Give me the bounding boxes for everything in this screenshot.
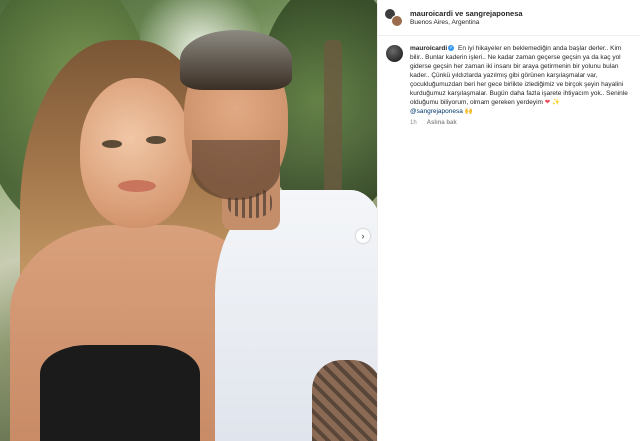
woman-eye-left (102, 140, 122, 148)
verified-badge-icon: ✓ (448, 44, 455, 51)
caption-meta: 1h Aslına bak (410, 120, 628, 126)
woman-lips (118, 180, 156, 192)
man-hair (180, 30, 292, 90)
man-tattooed-arm (312, 360, 377, 441)
post-location[interactable]: Buenos Aires, Argentina (410, 19, 523, 27)
next-arrow-glyph: › (361, 230, 365, 241)
man-beard (192, 140, 280, 200)
post-info-panel: mauroicardi ve sangrejaponesa Buenos Air… (377, 0, 640, 441)
caption-time[interactable]: 1h (410, 120, 417, 126)
caption-text: En iyi hikayeler en beklemediğin anda ba… (410, 45, 628, 106)
caption-avatar[interactable] (386, 45, 403, 62)
caption-body: mauroicardi ✓ En iyi hikayeler en bekleme… (410, 44, 628, 116)
woman-black-top (40, 345, 200, 441)
caption-username[interactable]: mauroicardi (410, 45, 447, 52)
post-header: mauroicardi ve sangrejaponesa Buenos Air… (378, 0, 640, 36)
raised-hands-emoji-icon: 🙌 (464, 108, 473, 115)
post-owner-names[interactable]: mauroicardi ve sangrejaponesa (410, 9, 523, 18)
chevron-right-icon[interactable]: › (356, 229, 370, 243)
sparkle-emoji-icon: ✨ (552, 99, 561, 106)
woman-face (80, 78, 192, 228)
collab-avatars[interactable] (384, 7, 404, 28)
caption-mention[interactable]: @sangrejaponesa (410, 108, 463, 115)
see-translation-link[interactable]: Aslına bak (427, 120, 457, 126)
post-photo[interactable]: › (0, 0, 377, 441)
woman-eye-right (146, 136, 166, 144)
avatar-sangrejaponesa[interactable] (391, 14, 403, 27)
caption-comment: mauroicardi ✓ En iyi hikayeler en bekleme… (378, 36, 640, 126)
heart-emoji-icon: ❤ (544, 99, 551, 106)
